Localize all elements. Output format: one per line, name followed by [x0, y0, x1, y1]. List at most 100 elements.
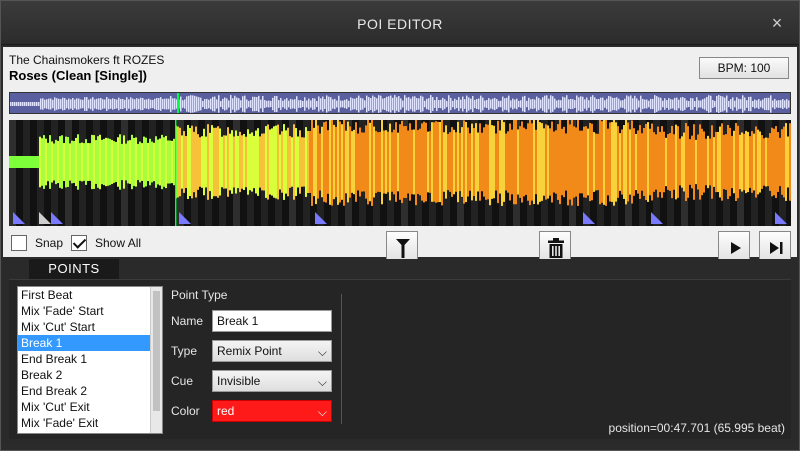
waveform-bar: [597, 133, 599, 191]
overview-wave-bar: [482, 97, 484, 111]
overview-wave-bar: [400, 98, 402, 110]
waveform-bar: [761, 135, 763, 189]
overview-wave-bar: [752, 100, 754, 108]
list-item[interactable]: Mix 'Cut' Exit: [18, 399, 162, 415]
waveform-bar: [535, 129, 537, 195]
waveform-bar: [491, 125, 493, 199]
overview-wave-bar: [466, 95, 468, 113]
overview-wave-bar: [644, 99, 646, 109]
overview-wave-bar: [114, 99, 116, 109]
overview-waveform[interactable]: [9, 92, 791, 114]
show-all-checkbox[interactable]: [71, 235, 87, 251]
waveform-bar: [129, 140, 131, 184]
waveform-bar: [395, 122, 397, 202]
points-scrollbar[interactable]: [150, 287, 162, 433]
points-list[interactable]: First Beat Mix 'Fade' Start Mix 'Cut' Star…: [17, 286, 163, 434]
close-icon[interactable]: ×: [767, 13, 787, 33]
list-item[interactable]: Mix 'Cut' Start: [18, 319, 162, 335]
waveform-bar: [765, 137, 767, 187]
type-select[interactable]: Remix Point ⌵: [212, 340, 332, 362]
waveform-bar: [37, 156, 39, 168]
waveform-bar: [273, 126, 275, 198]
waveform-bar: [461, 127, 463, 197]
overview-playhead[interactable]: [177, 93, 179, 114]
list-item[interactable]: Mix 'Fade' Start: [18, 303, 162, 319]
waveform-bar: [269, 129, 271, 195]
list-item[interactable]: Break 2: [18, 367, 162, 383]
waveform-bar: [487, 124, 489, 200]
overview-wave-bar: [696, 97, 698, 111]
tab-points[interactable]: POINTS: [29, 259, 119, 279]
overview-wave-bar: [184, 99, 186, 109]
overview-wave-bar: [292, 99, 294, 109]
name-input[interactable]: [212, 310, 332, 332]
overview-wave-bar: [544, 95, 546, 113]
color-select[interactable]: red ⌵: [212, 400, 332, 422]
overview-wave-bar: [286, 98, 288, 110]
cue-select[interactable]: Invisible ⌵: [212, 370, 332, 392]
overview-wave-bar: [430, 95, 432, 113]
poi-marker[interactable]: [179, 212, 191, 224]
waveform-bar: [225, 135, 227, 189]
waveform-bar: [755, 126, 757, 198]
waveform-bar: [543, 128, 545, 196]
waveform-bar: [321, 126, 323, 198]
list-item[interactable]: Mix 'Fade' Exit: [18, 415, 162, 431]
overview-wave-bar: [90, 98, 92, 110]
waveform-bar: [211, 125, 213, 199]
overview-wave-bar: [232, 98, 234, 110]
waveform-bar: [549, 128, 551, 196]
waveform-bar: [237, 135, 239, 189]
overview-wave-bar: [350, 97, 352, 111]
overview-wave-bar: [302, 100, 304, 108]
playhead[interactable]: [175, 120, 177, 226]
list-item[interactable]: First Beat: [18, 287, 162, 303]
overview-wave-bar: [66, 99, 68, 109]
overview-wave-bar: [376, 98, 378, 110]
snap-checkbox[interactable]: [11, 235, 27, 251]
waveform-bar: [17, 156, 19, 168]
waveform-bar: [241, 135, 243, 189]
overview-wave-bar: [508, 95, 510, 113]
form-divider: [341, 294, 342, 424]
waveform-bar: [587, 128, 589, 196]
overview-wave-bar: [148, 98, 150, 110]
main-waveform[interactable]: [9, 120, 791, 226]
waveform-bar: [623, 125, 625, 199]
overview-wave-bar: [48, 98, 50, 110]
waveform-bar: [201, 136, 203, 188]
list-item[interactable]: Mix 'End' Exit: [18, 431, 162, 433]
list-item[interactable]: End Break 1: [18, 351, 162, 367]
waveform-bar: [575, 127, 577, 197]
overview-wave-bar: [384, 98, 386, 110]
overview-wave-bar: [662, 100, 664, 108]
list-item[interactable]: End Break 2: [18, 383, 162, 399]
overview-wave-bar: [294, 99, 296, 109]
waveform-bar: [157, 139, 159, 185]
list-item[interactable]: Break 1: [18, 335, 162, 351]
overview-wave-bar: [790, 99, 791, 110]
waveform-bar: [407, 130, 409, 194]
poi-marker[interactable]: [39, 212, 51, 224]
overview-wave-bar: [412, 96, 414, 112]
overview-wave-bar: [628, 96, 630, 112]
overview-wave-bar: [56, 98, 58, 110]
waveform-bar: [523, 127, 525, 197]
overview-wave-bar: [642, 98, 644, 110]
overview-wave-bar: [606, 98, 608, 110]
waveform-bar: [329, 120, 331, 205]
overview-wave-bar: [16, 102, 18, 106]
waveform-bar: [531, 123, 533, 201]
overview-wave-bar: [240, 100, 242, 108]
overview-wave-bar: [496, 99, 498, 109]
waveform-bar: [333, 124, 335, 200]
points-scrollbar-thumb[interactable]: [153, 291, 160, 411]
point-type-heading: Point Type: [171, 288, 228, 302]
waveform-bar: [85, 139, 87, 185]
overview-wave-bar: [52, 99, 54, 109]
bpm-button[interactable]: BPM: 100: [699, 57, 789, 79]
waveform-bar: [177, 126, 179, 198]
waveform-bar: [289, 136, 291, 188]
overview-wave-bar: [392, 97, 394, 111]
overview-wave-bar: [146, 99, 148, 109]
